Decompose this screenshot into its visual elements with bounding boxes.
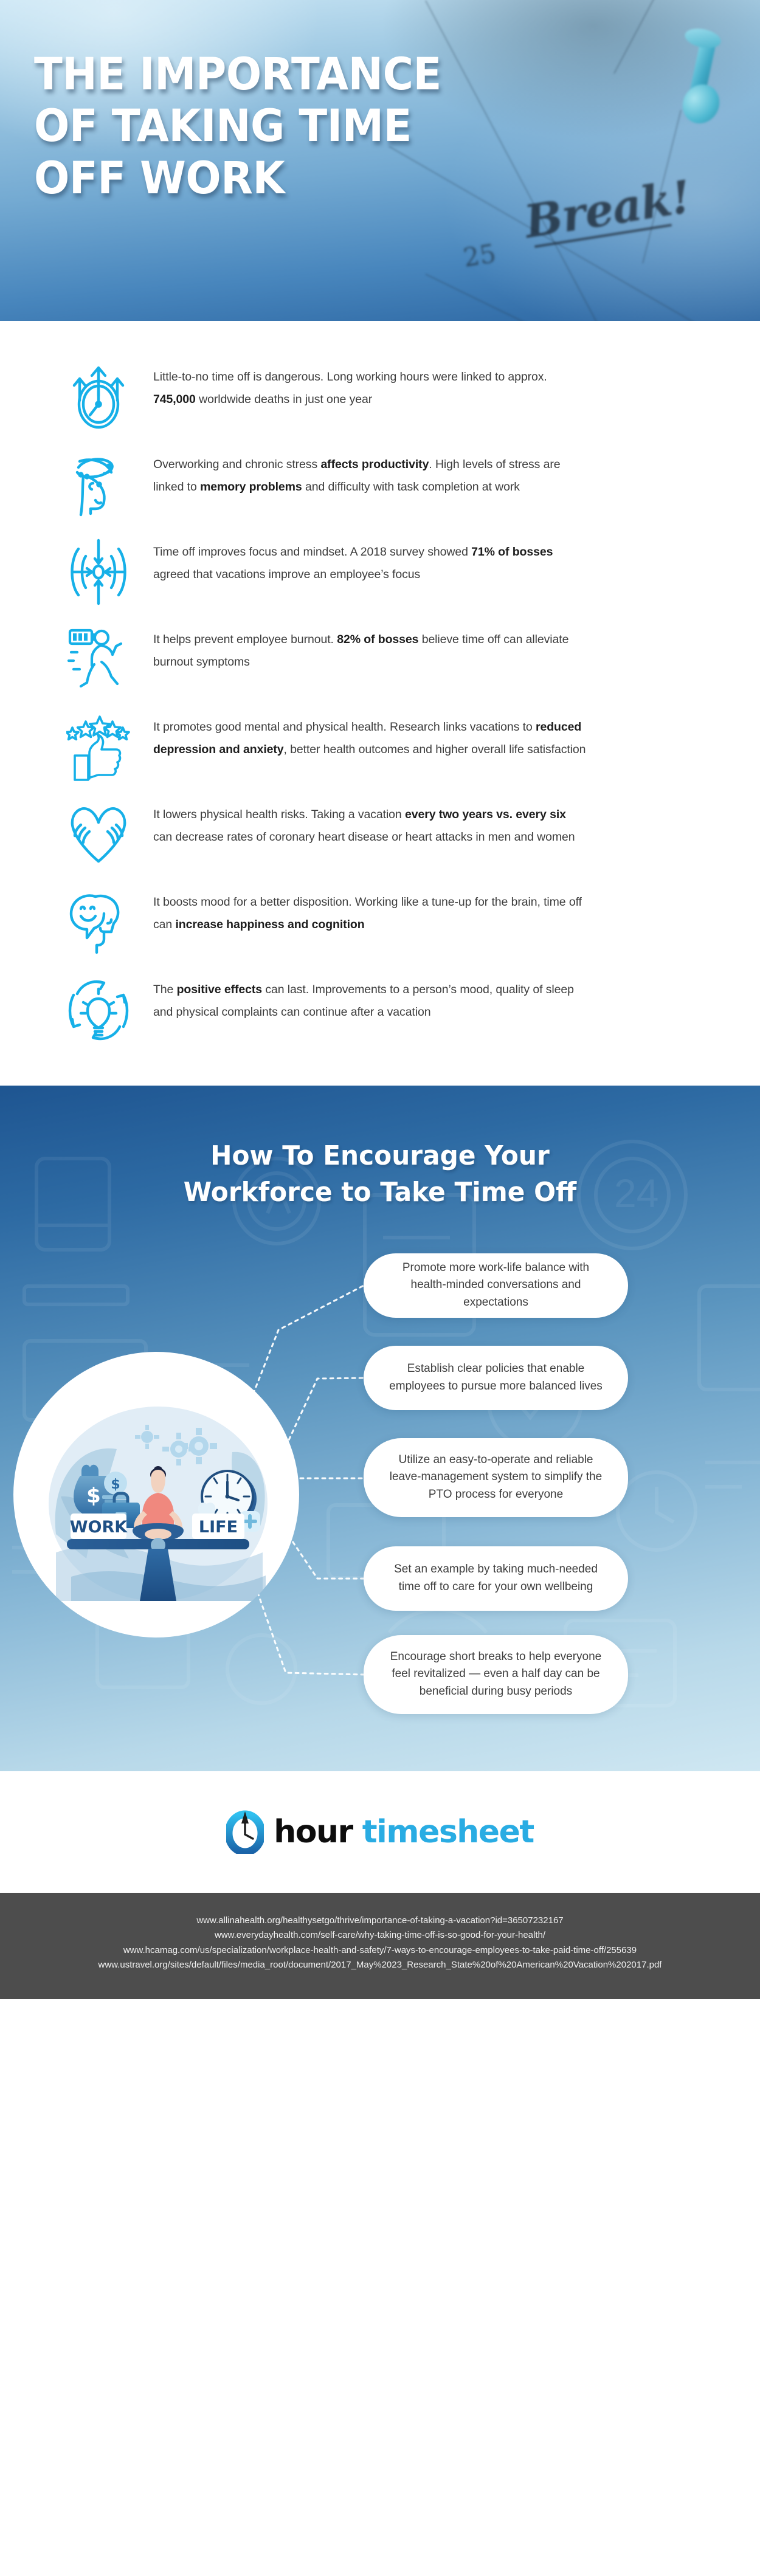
section-title-line2: Workforce to Take Time Off <box>183 1176 577 1208</box>
tip-bubble[interactable]: Set an example by taking much-needed tim… <box>364 1546 628 1611</box>
benefit-text: It lowers physical health risks. Taking … <box>153 808 575 844</box>
source-url[interactable]: www.everydayhealth.com/self-care/why-tak… <box>36 1928 724 1943</box>
section-title: How To Encourage Your Workforce to Take … <box>15 1086 745 1211</box>
clock-with-rising-arrows-icon <box>61 361 136 433</box>
logo-word-hour: hour <box>274 1814 353 1850</box>
calendar-day-number: 25 <box>461 238 498 273</box>
pushpin-head <box>679 79 723 129</box>
encourage-section: 24 How To Encourage Your Workforce to Ta… <box>0 1086 760 1771</box>
pushpin-cap <box>683 26 723 51</box>
benefit-item: It boosts mood for a better disposition.… <box>0 886 760 958</box>
lightbulb-refresh-cycle-icon <box>61 974 136 1045</box>
benefit-text: Overworking and chronic stress affects p… <box>153 458 561 494</box>
benefit-text: Little-to-no time off is dangerous. Long… <box>153 370 547 407</box>
calendar-break-note: Break! <box>520 171 694 249</box>
tip-bubble[interactable]: Utilize an easy-to-operate and reliable … <box>364 1438 628 1517</box>
benefit-text: It helps prevent employee burnout. 82% o… <box>153 633 569 669</box>
encourage-diagram: $ $ WORK LIFE Promote more work-life bal… <box>0 1211 760 1746</box>
life-label: LIFE <box>199 1518 238 1537</box>
work-label: WORK <box>70 1518 128 1537</box>
work-life-balance-scale-illustration: $ $ WORK LIFE <box>13 1351 299 1638</box>
benefit-text: Time off improves focus and mindset. A 2… <box>153 545 553 582</box>
money-symbol: $ <box>86 1484 101 1508</box>
benefit-item: It promotes good mental and physical hea… <box>0 711 760 783</box>
tip-bubble[interactable]: Promote more work-life balance with heal… <box>364 1253 628 1318</box>
smiley-face-profile-icon <box>61 886 136 958</box>
source-url[interactable]: www.ustravel.org/sites/default/files/med… <box>36 1958 724 1972</box>
section-title-line1: How To Encourage Your <box>210 1140 550 1171</box>
benefit-text: It promotes good mental and physical hea… <box>153 720 586 757</box>
benefits-list: Little-to-no time off is dangerous. Long… <box>0 321 760 1086</box>
dizzy-head-stress-icon <box>61 449 136 520</box>
focus-target-icon <box>61 536 136 608</box>
heart-of-hands-icon <box>61 799 136 870</box>
page-title: THE IMPORTANCE OF TAKING TIME OFF WORK <box>34 49 441 204</box>
tip-bubble[interactable]: Establish clear policies that enable emp… <box>364 1345 628 1410</box>
benefit-text: The positive effects can last. Improveme… <box>153 983 574 1019</box>
benefit-item: It helps prevent employee burnout. 82% o… <box>0 624 760 695</box>
svg-text:$: $ <box>111 1477 120 1492</box>
clock-ring-logo-icon <box>226 1810 264 1854</box>
hero-header: 25 Break! THE IMPORTANCE OF TAKING TIME … <box>0 0 760 321</box>
benefit-text: It boosts mood for a better disposition.… <box>153 895 582 932</box>
tip-bubble[interactable]: Encourage short breaks to help everyone … <box>364 1634 628 1714</box>
source-url[interactable]: www.hcamag.com/us/specialization/workpla… <box>36 1943 724 1958</box>
benefit-item: Little-to-no time off is dangerous. Long… <box>0 361 760 433</box>
sources-footer: www.allinahealth.org/healthysetgo/thrive… <box>0 1893 760 2000</box>
work-life-scale-svg: $ $ WORK LIFE <box>49 1406 268 1601</box>
benefit-item: The positive effects can last. Improveme… <box>0 974 760 1045</box>
source-url[interactable]: www.allinahealth.org/healthysetgo/thrive… <box>36 1913 724 1928</box>
thumbs-up-five-stars-icon <box>61 711 136 783</box>
logo-word-timesheet: timesheet <box>362 1814 535 1850</box>
benefit-item: Overworking and chronic stress affects p… <box>0 449 760 520</box>
benefit-item: Time off improves focus and mindset. A 2… <box>0 536 760 608</box>
brand-logo[interactable]: hour timesheet <box>0 1771 760 1893</box>
benefit-item: It lowers physical health risks. Taking … <box>0 799 760 870</box>
running-person-battery-icon <box>61 624 136 695</box>
